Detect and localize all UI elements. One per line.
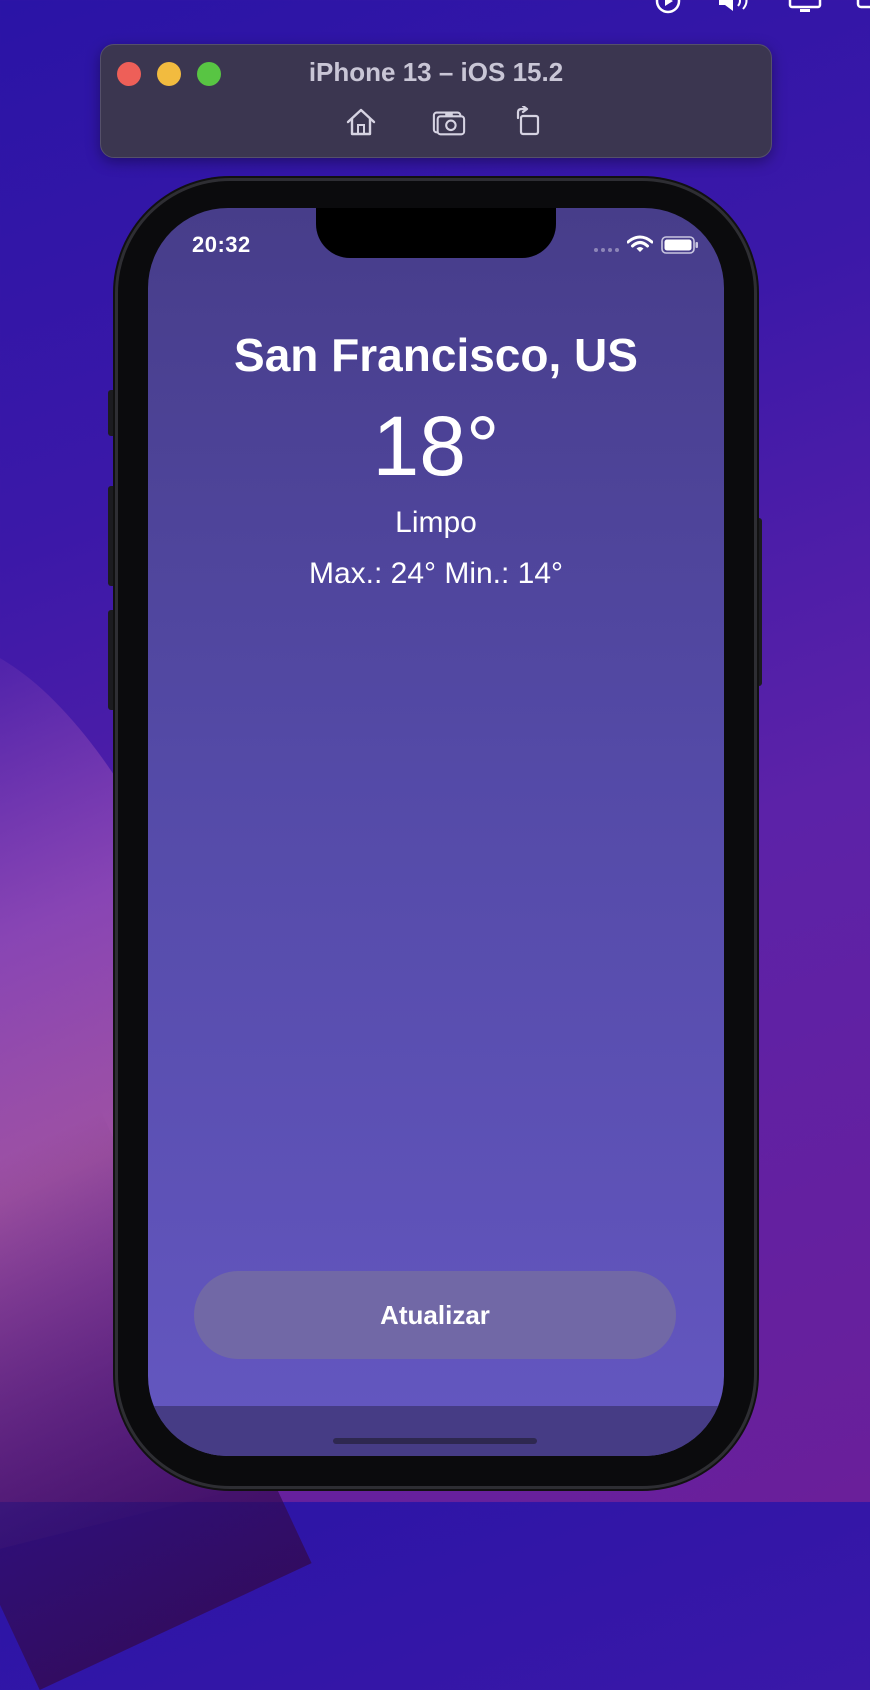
- rotate-icon: [516, 106, 540, 136]
- display-icon[interactable]: [788, 0, 822, 15]
- status-time: 20:32: [192, 232, 251, 257]
- screenshot-icon: [432, 111, 466, 136]
- screenshot-button[interactable]: [432, 105, 466, 139]
- volume-up-button: [108, 486, 116, 586]
- status-icons: [594, 235, 699, 255]
- cellular-signal-icon: [594, 238, 619, 252]
- rotate-button[interactable]: [511, 105, 545, 139]
- volume-down-button: [108, 610, 116, 710]
- city-name: San Francisco, US: [234, 329, 638, 381]
- simulator-toolbar: iPhone 13 – iOS 15.2: [100, 44, 772, 158]
- refresh-button[interactable]: Atualizar: [194, 1271, 676, 1359]
- silent-switch: [108, 390, 116, 436]
- volume-icon[interactable]: [716, 0, 754, 15]
- current-temperature: 18°: [372, 399, 500, 493]
- power-button: [754, 518, 762, 686]
- home-button[interactable]: [344, 105, 378, 139]
- control-center-icon[interactable]: [856, 0, 870, 15]
- home-indicator-area: [148, 1406, 724, 1456]
- play-circle-icon[interactable]: [654, 0, 682, 15]
- app-screen: [148, 208, 724, 1456]
- wifi-icon: [627, 235, 653, 252]
- battery-icon: [661, 236, 698, 254]
- weather-condition: Limpo: [395, 506, 477, 539]
- simulator-title: iPhone 13 – iOS 15.2: [308, 57, 564, 87]
- min-max-temperature: Max.: 24° Min.: 14°: [308, 557, 564, 590]
- notch: [316, 208, 556, 258]
- home-indicator[interactable]: [333, 1438, 537, 1444]
- home-icon: [346, 108, 376, 136]
- menubar-icons: [654, 0, 870, 16]
